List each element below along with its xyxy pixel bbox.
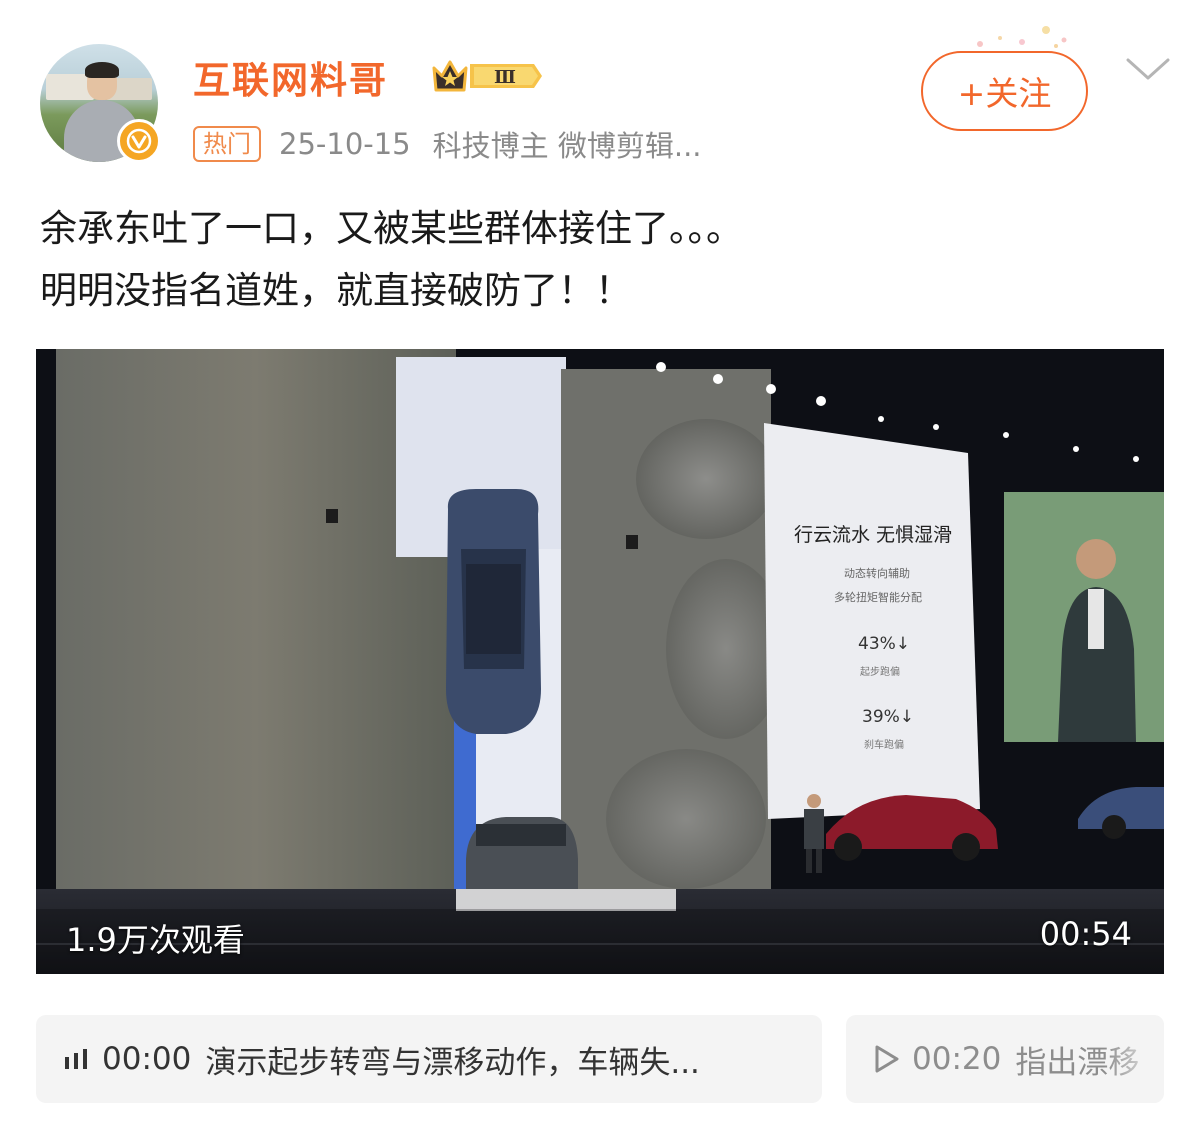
view-count: 1.9万次观看	[66, 921, 245, 959]
play-icon	[875, 1045, 899, 1073]
follow-button[interactable]: +关注	[921, 51, 1088, 131]
playing-bars-icon	[65, 1049, 87, 1069]
chapter-time: 00:00	[102, 1041, 192, 1077]
post-date: 25-10-15	[279, 127, 411, 161]
slide-stat-value: 39%↓	[862, 707, 914, 727]
slide-line: 多轮扭矩智能分配	[834, 590, 922, 604]
post-source: 科技博主 微博剪辑...	[432, 129, 702, 163]
crown-rank-badge-icon: Ⅲ	[430, 56, 545, 96]
slide-title: 行云流水 无惧湿滑	[794, 524, 952, 546]
verified-badge-icon	[117, 119, 161, 163]
post-line: 余承东吐了一口，又被某些群体接住了。。。	[40, 207, 743, 250]
slide-line: 动态转向辅助	[844, 566, 910, 580]
chapter-time: 00:20	[912, 1041, 1002, 1077]
stage-car-grey	[466, 817, 578, 889]
avatar-hair	[85, 62, 119, 78]
hot-tag: 热门	[193, 126, 261, 162]
post-text: 余承东吐了一口，又被某些群体接住了。。。 明明没指名道姓，就直接破防了！！	[40, 198, 1170, 322]
chapter-item[interactable]: 00:20 指出漂移	[846, 1015, 1164, 1103]
video-frame: 行云流水 无惧湿滑 动态转向辅助 多轮扭矩智能分配 43%↓ 起步跑偏 39%↓…	[36, 349, 1164, 974]
chapter-fade	[1104, 1015, 1164, 1103]
video-duration: 00:54	[1039, 915, 1132, 953]
slide-stat-label: 刹车跑偏	[864, 738, 904, 751]
chapter-item[interactable]: 00:00 演示起步转弯与漂移动作，车辆失...	[36, 1015, 822, 1103]
video-player[interactable]: 行云流水 无惧湿滑 动态转向辅助 多轮扭矩智能分配 43%↓ 起步跑偏 39%↓…	[36, 349, 1164, 974]
chevron-down-icon[interactable]	[1124, 54, 1172, 84]
screen-car	[446, 489, 541, 734]
sparkle-decoration-icon	[977, 26, 1067, 48]
chapter-text: 演示起步转弯与漂移动作，车辆失...	[205, 1044, 700, 1081]
slide-stat-label: 起步跑偏	[860, 665, 900, 678]
slide-stat-value: 43%↓	[858, 634, 910, 654]
post-meta: 热门 25-10-15 科技博主 微博剪辑...	[193, 124, 702, 164]
post-line: 明明没指名道姓，就直接破防了！！	[40, 269, 632, 312]
rank-badge-text: Ⅲ	[494, 67, 516, 88]
username[interactable]: 互联网料哥	[193, 50, 388, 104]
